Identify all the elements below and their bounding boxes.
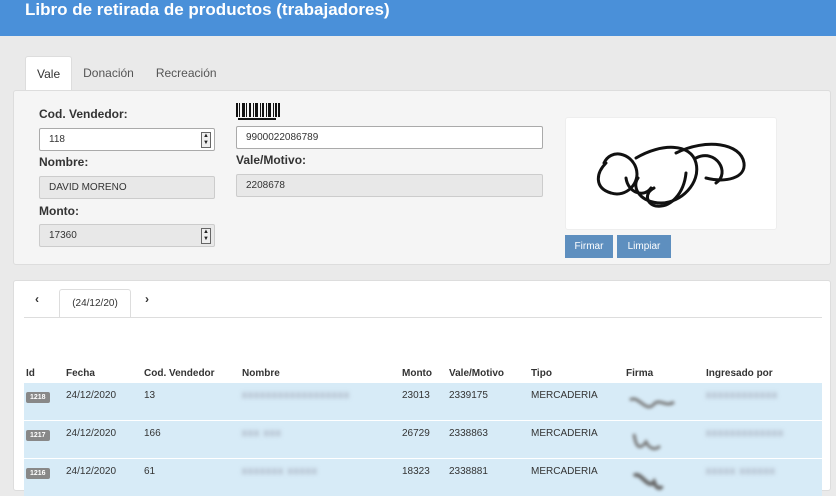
cell-ingresado: xxxxxxxxxxxx	[704, 381, 822, 420]
col-tipo: Tipo	[531, 367, 552, 379]
tab-vale[interactable]: Vale	[25, 56, 73, 90]
cell-tipo: MERCADERIA	[529, 381, 624, 420]
vale-label: Vale/Motivo:	[236, 153, 307, 167]
cell-firma	[624, 419, 704, 458]
barcode-icon	[236, 103, 280, 120]
barcode-input[interactable]: 9900022086789	[236, 126, 543, 149]
signature-thumbnail	[629, 396, 675, 408]
cell-monto: 18323	[400, 457, 447, 496]
monto-input[interactable]: 17360 ▲ ▼	[39, 224, 215, 247]
tab-donacion[interactable]: Donación	[72, 56, 145, 90]
cell-cod: 61	[142, 457, 240, 496]
blurred-name: xxxxxxxxxxxxxxxxxx	[242, 389, 350, 401]
vendedor-spinner[interactable]: ▲ ▼	[201, 132, 211, 148]
cell-vale: 2338881	[447, 457, 529, 496]
records-panel: ‹ (24/12/20) › Id Fecha Cod. Vendedor No…	[13, 280, 831, 496]
col-ingresado: Ingresado por	[706, 367, 773, 379]
cell-fecha: 24/12/2020	[64, 419, 142, 458]
firmar-button[interactable]: Firmar	[565, 235, 613, 258]
next-date-button[interactable]: ›	[145, 292, 149, 306]
records-table: Id Fecha Cod. Vendedor Nombre Monto Vale…	[24, 360, 822, 496]
vendedor-input[interactable]: 118 ▲ ▼	[39, 128, 215, 151]
tab-bar: Vale Donación Recreación	[25, 56, 228, 90]
current-date-tab[interactable]: (24/12/20)	[59, 289, 131, 318]
cell-firma	[624, 381, 704, 420]
cell-nombre: xxx xxx	[240, 419, 400, 458]
cell-tipo: MERCADERIA	[529, 457, 624, 496]
app-header: Libro de retirada de productos (trabajad…	[0, 0, 836, 36]
cell-nombre: xxxxxxx xxxxx	[240, 457, 400, 496]
nombre-field: DAVID MORENO	[39, 176, 215, 199]
cell-fecha: 24/12/2020	[64, 381, 142, 420]
col-firma: Firma	[626, 367, 654, 379]
cell-vale: 2338863	[447, 419, 529, 458]
signature-thumbnail	[632, 472, 664, 490]
signature-thumbnail	[632, 433, 662, 450]
divider	[24, 317, 822, 318]
cell-monto: 23013	[400, 381, 447, 420]
col-monto: Monto	[402, 367, 432, 379]
cell-id: 1218	[24, 381, 64, 420]
cell-ingresado: xxxxxxxxxxxxx	[704, 419, 822, 458]
cell-cod: 166	[142, 419, 240, 458]
form-panel: Cod. Vendedor: 118 ▲ ▼ Nombre: DAVID MORE…	[13, 90, 831, 265]
id-badge: 1216	[26, 467, 50, 479]
col-vale: Vale/Motivo	[449, 367, 505, 379]
cell-firma	[624, 457, 704, 496]
table-row[interactable]: 1218 24/12/2020 13 xxxxxxxxxxxxxxxxxx 23…	[24, 381, 822, 420]
blurred-user: xxxxxxxxxxxxx	[706, 427, 784, 439]
col-nombre: Nombre	[242, 367, 280, 379]
limpiar-button[interactable]: Limpiar	[617, 235, 671, 258]
col-id: Id	[26, 367, 35, 379]
nombre-label: Nombre:	[39, 155, 89, 169]
id-badge: 1218	[26, 391, 50, 403]
col-cod: Cod. Vendedor	[144, 367, 215, 379]
signature-pad[interactable]	[565, 117, 777, 230]
prev-date-button[interactable]: ‹	[35, 292, 39, 306]
cell-tipo: MERCADERIA	[529, 419, 624, 458]
tab-recreacion[interactable]: Recreación	[145, 56, 228, 90]
page-title: Libro de retirada de productos (trabajad…	[25, 0, 390, 19]
table-row[interactable]: 1216 24/12/2020 61 xxxxxxx xxxxx 18323 2…	[24, 457, 822, 496]
vendedor-label: Cod. Vendedor:	[39, 107, 128, 121]
vale-field: 2208678	[236, 174, 543, 197]
cell-monto: 26729	[400, 419, 447, 458]
signature-drawing	[596, 142, 746, 208]
monto-spinner[interactable]: ▲ ▼	[201, 228, 211, 244]
blurred-user: xxxxx xxxxxx	[706, 465, 776, 477]
cell-id: 1217	[24, 419, 64, 458]
col-fecha: Fecha	[66, 367, 95, 379]
cell-vale: 2339175	[447, 381, 529, 420]
cell-cod: 13	[142, 381, 240, 420]
table-header-row: Id Fecha Cod. Vendedor Nombre Monto Vale…	[24, 360, 822, 382]
blurred-name: xxx xxx	[242, 427, 282, 439]
blurred-user: xxxxxxxxxxxx	[706, 389, 778, 401]
vendedor-value: 118	[49, 134, 65, 145]
cell-nombre: xxxxxxxxxxxxxxxxxx	[240, 381, 400, 420]
cell-ingresado: xxxxx xxxxxx	[704, 457, 822, 496]
cell-fecha: 24/12/2020	[64, 457, 142, 496]
cell-id: 1216	[24, 457, 64, 496]
blurred-name: xxxxxxx xxxxx	[242, 465, 318, 477]
table-row[interactable]: 1217 24/12/2020 166 xxx xxx 26729 233886…	[24, 419, 822, 458]
id-badge: 1217	[26, 429, 50, 441]
monto-value: 17360	[49, 230, 77, 241]
monto-label: Monto:	[39, 204, 79, 218]
